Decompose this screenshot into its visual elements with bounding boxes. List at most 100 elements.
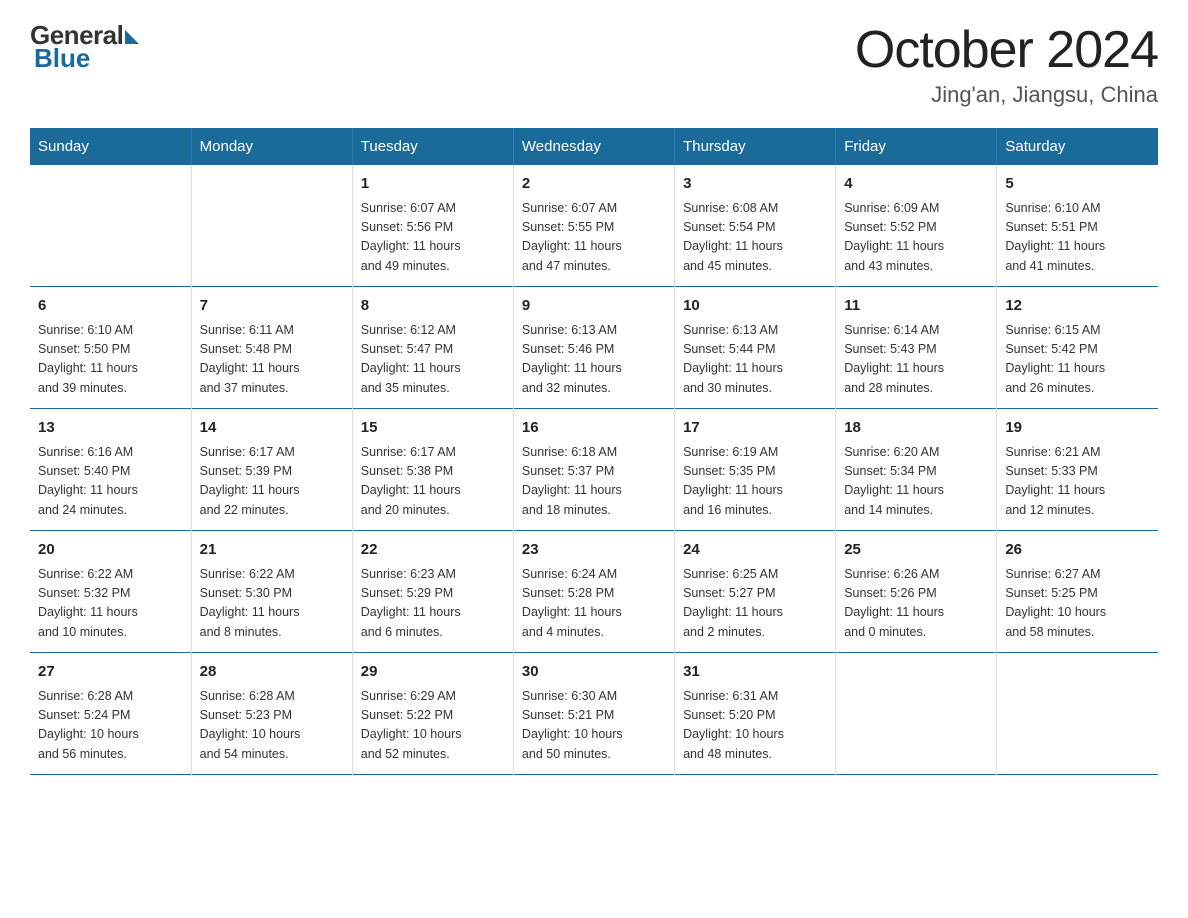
weekday-header: Sunday xyxy=(30,128,191,165)
day-info: Sunrise: 6:21 AM Sunset: 5:33 PM Dayligh… xyxy=(1005,443,1150,521)
day-info: Sunrise: 6:16 AM Sunset: 5:40 PM Dayligh… xyxy=(38,443,183,521)
day-number: 18 xyxy=(844,417,988,440)
day-info: Sunrise: 6:10 AM Sunset: 5:50 PM Dayligh… xyxy=(38,321,183,399)
day-info: Sunrise: 6:13 AM Sunset: 5:44 PM Dayligh… xyxy=(683,321,827,399)
day-number: 5 xyxy=(1005,173,1150,196)
calendar-cell: 26Sunrise: 6:27 AM Sunset: 5:25 PM Dayli… xyxy=(997,531,1158,653)
calendar-cell: 4 Sunrise: 6:09 AM Sunset: 5:52 PM Daylig… xyxy=(836,165,997,287)
day-info: Sunrise: 6:17 AM Sunset: 5:39 PM Dayligh… xyxy=(200,443,344,521)
day-number: 7 xyxy=(200,295,344,318)
day-info: Sunrise: 6:11 AM Sunset: 5:48 PM Dayligh… xyxy=(200,321,344,399)
calendar-cell: 27 Sunrise: 6:28 AM Sunset: 5:24 PM Dayli… xyxy=(30,653,191,775)
calendar-cell: 9Sunrise: 6:13 AM Sunset: 5:46 PM Daylig… xyxy=(513,287,674,409)
day-number: 1 xyxy=(361,173,505,196)
calendar-cell xyxy=(191,165,352,287)
weekday-header: Tuesday xyxy=(352,128,513,165)
calendar-cell: 28Sunrise: 6:28 AM Sunset: 5:23 PM Dayli… xyxy=(191,653,352,775)
logo: General Blue xyxy=(30,20,139,74)
day-number: 21 xyxy=(200,539,344,562)
day-number: 14 xyxy=(200,417,344,440)
day-number: 2 xyxy=(522,173,666,196)
day-info: Sunrise: 6:28 AM Sunset: 5:24 PM Dayligh… xyxy=(38,687,183,765)
day-number: 9 xyxy=(522,295,666,318)
location-text: Jing'an, Jiangsu, China xyxy=(855,82,1158,108)
calendar-cell: 12Sunrise: 6:15 AM Sunset: 5:42 PM Dayli… xyxy=(997,287,1158,409)
weekday-header: Wednesday xyxy=(513,128,674,165)
logo-triangle-icon xyxy=(125,30,139,44)
month-title: October 2024 xyxy=(855,20,1158,80)
calendar-cell: 14 Sunrise: 6:17 AM Sunset: 5:39 PM Dayli… xyxy=(191,409,352,531)
calendar-cell: 5 Sunrise: 6:10 AM Sunset: 5:51 PM Daylig… xyxy=(997,165,1158,287)
calendar-week-row: 27 Sunrise: 6:28 AM Sunset: 5:24 PM Dayli… xyxy=(30,653,1158,775)
day-info: Sunrise: 6:08 AM Sunset: 5:54 PM Dayligh… xyxy=(683,199,827,277)
day-number: 16 xyxy=(522,417,666,440)
weekday-header-row: SundayMondayTuesdayWednesdayThursdayFrid… xyxy=(30,128,1158,165)
calendar-cell xyxy=(836,653,997,775)
day-info: Sunrise: 6:09 AM Sunset: 5:52 PM Dayligh… xyxy=(844,199,988,277)
calendar-cell: 23Sunrise: 6:24 AM Sunset: 5:28 PM Dayli… xyxy=(513,531,674,653)
day-number: 22 xyxy=(361,539,505,562)
calendar-cell: 30Sunrise: 6:30 AM Sunset: 5:21 PM Dayli… xyxy=(513,653,674,775)
logo-blue-text: Blue xyxy=(34,43,90,74)
calendar-cell: 10Sunrise: 6:13 AM Sunset: 5:44 PM Dayli… xyxy=(675,287,836,409)
day-number: 29 xyxy=(361,661,505,684)
calendar-cell xyxy=(997,653,1158,775)
calendar-cell: 20 Sunrise: 6:22 AM Sunset: 5:32 PM Dayli… xyxy=(30,531,191,653)
calendar-week-row: 6 Sunrise: 6:10 AM Sunset: 5:50 PM Daylig… xyxy=(30,287,1158,409)
day-info: Sunrise: 6:12 AM Sunset: 5:47 PM Dayligh… xyxy=(361,321,505,399)
day-number: 31 xyxy=(683,661,827,684)
calendar-cell: 24Sunrise: 6:25 AM Sunset: 5:27 PM Dayli… xyxy=(675,531,836,653)
calendar-cell: 3 Sunrise: 6:08 AM Sunset: 5:54 PM Daylig… xyxy=(675,165,836,287)
calendar-cell: 25Sunrise: 6:26 AM Sunset: 5:26 PM Dayli… xyxy=(836,531,997,653)
day-number: 30 xyxy=(522,661,666,684)
weekday-header: Thursday xyxy=(675,128,836,165)
day-info: Sunrise: 6:29 AM Sunset: 5:22 PM Dayligh… xyxy=(361,687,505,765)
day-info: Sunrise: 6:17 AM Sunset: 5:38 PM Dayligh… xyxy=(361,443,505,521)
calendar-cell: 6 Sunrise: 6:10 AM Sunset: 5:50 PM Daylig… xyxy=(30,287,191,409)
day-info: Sunrise: 6:23 AM Sunset: 5:29 PM Dayligh… xyxy=(361,565,505,643)
calendar-cell: 16 Sunrise: 6:18 AM Sunset: 5:37 PM Dayli… xyxy=(513,409,674,531)
day-number: 11 xyxy=(844,295,988,318)
weekday-header: Monday xyxy=(191,128,352,165)
page-header: General Blue October 2024 Jing'an, Jiang… xyxy=(30,20,1158,108)
day-info: Sunrise: 6:31 AM Sunset: 5:20 PM Dayligh… xyxy=(683,687,827,765)
day-info: Sunrise: 6:10 AM Sunset: 5:51 PM Dayligh… xyxy=(1005,199,1150,277)
calendar-cell: 13 Sunrise: 6:16 AM Sunset: 5:40 PM Dayli… xyxy=(30,409,191,531)
day-info: Sunrise: 6:19 AM Sunset: 5:35 PM Dayligh… xyxy=(683,443,827,521)
calendar-cell: 2Sunrise: 6:07 AM Sunset: 5:55 PM Daylig… xyxy=(513,165,674,287)
calendar-cell xyxy=(30,165,191,287)
day-number: 4 xyxy=(844,173,988,196)
day-info: Sunrise: 6:15 AM Sunset: 5:42 PM Dayligh… xyxy=(1005,321,1150,399)
day-number: 3 xyxy=(683,173,827,196)
calendar-cell: 31 Sunrise: 6:31 AM Sunset: 5:20 PM Dayli… xyxy=(675,653,836,775)
day-info: Sunrise: 6:07 AM Sunset: 5:56 PM Dayligh… xyxy=(361,199,505,277)
calendar-cell: 15 Sunrise: 6:17 AM Sunset: 5:38 PM Dayli… xyxy=(352,409,513,531)
weekday-header: Saturday xyxy=(997,128,1158,165)
day-number: 6 xyxy=(38,295,183,318)
title-section: October 2024 Jing'an, Jiangsu, China xyxy=(855,20,1158,108)
calendar-table: SundayMondayTuesdayWednesdayThursdayFrid… xyxy=(30,128,1158,775)
calendar-cell: 29 Sunrise: 6:29 AM Sunset: 5:22 PM Dayli… xyxy=(352,653,513,775)
calendar-cell: 11 Sunrise: 6:14 AM Sunset: 5:43 PM Dayli… xyxy=(836,287,997,409)
calendar-cell: 19 Sunrise: 6:21 AM Sunset: 5:33 PM Dayli… xyxy=(997,409,1158,531)
day-number: 26 xyxy=(1005,539,1150,562)
day-info: Sunrise: 6:22 AM Sunset: 5:32 PM Dayligh… xyxy=(38,565,183,643)
day-number: 27 xyxy=(38,661,183,684)
calendar-cell: 21 Sunrise: 6:22 AM Sunset: 5:30 PM Dayli… xyxy=(191,531,352,653)
day-info: Sunrise: 6:28 AM Sunset: 5:23 PM Dayligh… xyxy=(200,687,344,765)
day-info: Sunrise: 6:14 AM Sunset: 5:43 PM Dayligh… xyxy=(844,321,988,399)
calendar-week-row: 20 Sunrise: 6:22 AM Sunset: 5:32 PM Dayli… xyxy=(30,531,1158,653)
calendar-cell: 8 Sunrise: 6:12 AM Sunset: 5:47 PM Daylig… xyxy=(352,287,513,409)
weekday-header: Friday xyxy=(836,128,997,165)
day-number: 13 xyxy=(38,417,183,440)
day-number: 8 xyxy=(361,295,505,318)
day-info: Sunrise: 6:18 AM Sunset: 5:37 PM Dayligh… xyxy=(522,443,666,521)
day-number: 24 xyxy=(683,539,827,562)
day-number: 15 xyxy=(361,417,505,440)
calendar-week-row: 1 Sunrise: 6:07 AM Sunset: 5:56 PM Daylig… xyxy=(30,165,1158,287)
day-info: Sunrise: 6:20 AM Sunset: 5:34 PM Dayligh… xyxy=(844,443,988,521)
day-info: Sunrise: 6:22 AM Sunset: 5:30 PM Dayligh… xyxy=(200,565,344,643)
day-number: 19 xyxy=(1005,417,1150,440)
day-number: 20 xyxy=(38,539,183,562)
day-info: Sunrise: 6:26 AM Sunset: 5:26 PM Dayligh… xyxy=(844,565,988,643)
